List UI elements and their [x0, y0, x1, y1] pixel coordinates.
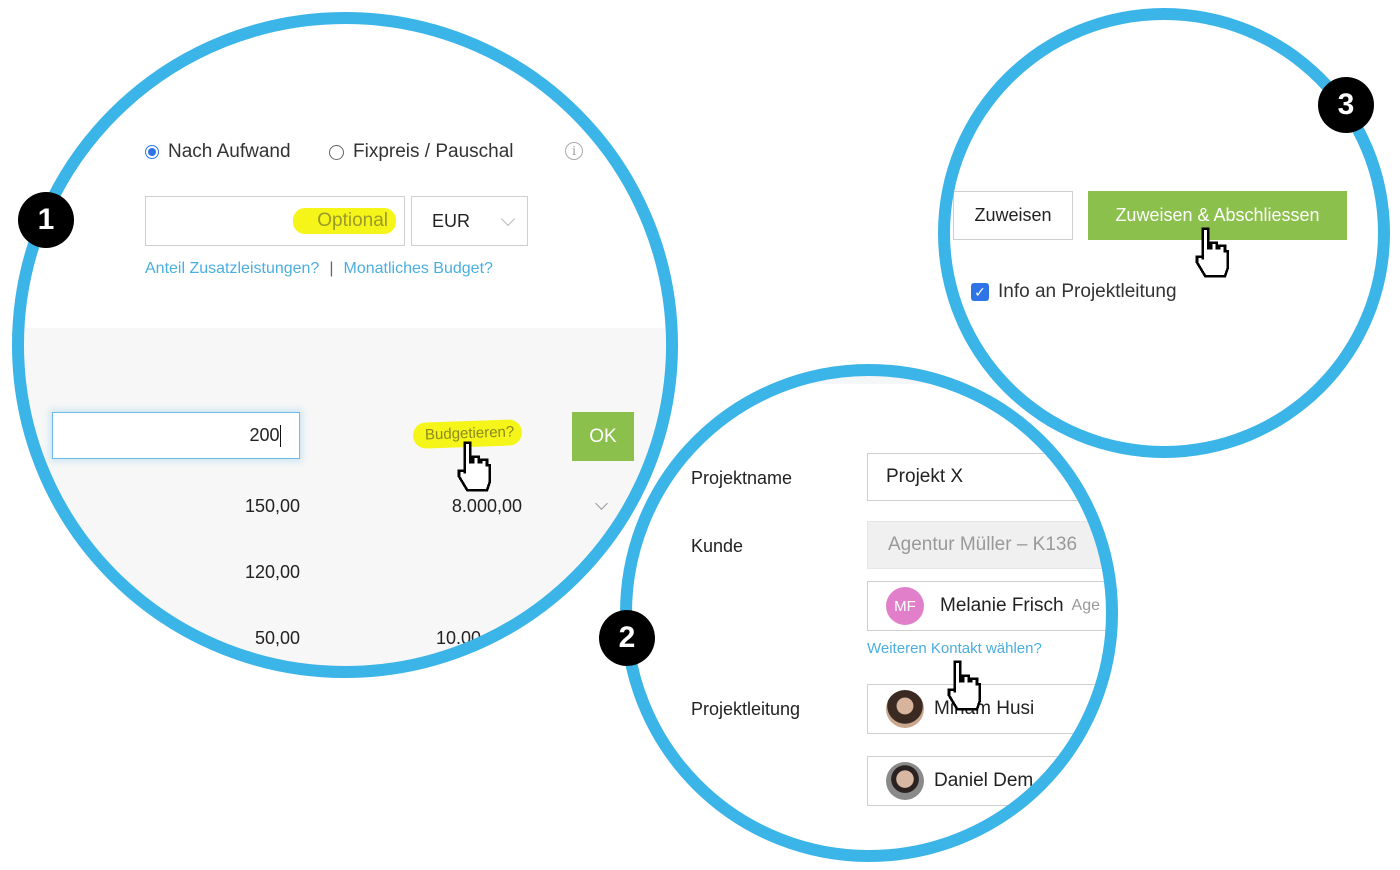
lead-name: Daniel Dem	[934, 770, 1034, 791]
avatar	[886, 690, 924, 728]
rates-panel	[12, 328, 665, 678]
checkbox-checked-icon: ✓	[971, 283, 989, 301]
contact-name: Melanie Frisch	[940, 595, 1064, 616]
zoom-lens-step-1: Nach Aufwand Fixpreis / Pauschal i Optio…	[12, 12, 678, 678]
radio-selected-icon	[145, 145, 159, 159]
currency-value: EUR	[432, 210, 471, 231]
project-lead-select[interactable]: Miriam Husi	[867, 684, 1118, 734]
extra-services-link[interactable]: Anteil Zusatzleistungen?	[145, 260, 319, 278]
zoom-lens-step-2: Projektname Projekt X Kunde Agentur Müll…	[620, 364, 1118, 862]
hand-cursor-icon	[457, 441, 492, 492]
budget-links: Anteil Zusatzleistungen? | Monatliches B…	[145, 260, 493, 278]
step-badge: 2	[599, 610, 655, 666]
radio-nach-aufwand[interactable]: Nach Aufwand	[145, 141, 291, 163]
hand-cursor-icon	[947, 660, 982, 711]
assign-button[interactable]: Zuweisen	[953, 191, 1073, 240]
rate-value: 50,00	[254, 628, 300, 648]
monthly-budget-link[interactable]: Monatliches Budget?	[343, 260, 492, 278]
avatar: MF	[886, 587, 924, 625]
contact-select[interactable]: MF Melanie Frisch Age	[867, 581, 1118, 631]
link-separator: |	[329, 260, 334, 277]
top-gray-band	[780, 364, 1080, 384]
project-lead-label: Projektleitung	[691, 699, 801, 719]
currency-select[interactable]: EUR	[411, 196, 528, 246]
budget-value: 8.000,00	[451, 496, 522, 516]
text-caret	[279, 424, 281, 447]
project-lead-select[interactable]: Daniel Dem	[867, 756, 1118, 806]
notify-project-lead-checkbox[interactable]: ✓ Info an Projektleitung	[971, 281, 1177, 303]
rate-value: 150,00	[244, 496, 300, 516]
budget-value: 10.00	[436, 628, 482, 648]
customer-input: Agentur Müller – K136	[867, 521, 1118, 569]
avatar	[886, 762, 924, 800]
rate-input[interactable]: 200	[52, 412, 300, 459]
hand-cursor-icon	[1195, 227, 1230, 278]
budget-input-placeholder: Optional	[293, 208, 396, 234]
info-circle-icon[interactable]: i	[565, 142, 583, 160]
step-badge: 1	[18, 192, 74, 248]
rate-input-value: 200	[249, 425, 280, 445]
project-name-input[interactable]: Projekt X	[867, 453, 1118, 501]
checkbox-label: Info an Projektleitung	[998, 281, 1177, 302]
budget-input[interactable]: Optional	[145, 196, 405, 246]
customer-label: Kunde	[691, 536, 744, 556]
radio-label: Nach Aufwand	[168, 141, 291, 162]
more-contact-link[interactable]: Weiteren Kontakt wählen?	[867, 640, 1042, 657]
contact-company: Age	[1071, 597, 1101, 614]
radio-unselected-icon	[329, 144, 344, 160]
rate-value: 120,00	[244, 562, 300, 582]
project-name-label: Projektname	[691, 468, 793, 488]
step-badge: 3	[1318, 77, 1374, 133]
radio-label: Fixpreis / Pauschal	[353, 141, 514, 162]
radio-fixpreis[interactable]: Fixpreis / Pauschal	[329, 141, 514, 163]
chevron-down-icon	[500, 211, 516, 226]
